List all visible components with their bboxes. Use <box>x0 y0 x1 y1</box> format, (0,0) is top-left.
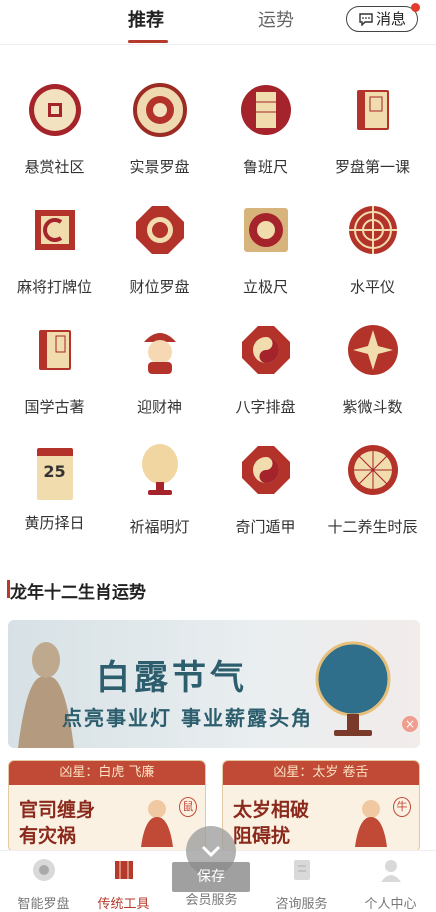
zodiac-card-line1: 官司缠身 <box>19 799 96 821</box>
tool-blessing-lamp[interactable]: 祈福明灯 <box>105 440 214 537</box>
tool-label: 八字排盘 <box>235 398 296 416</box>
tool-bazi[interactable]: 八字排盘 <box>211 320 320 417</box>
luban-ruler-icon <box>240 85 291 135</box>
yin-yang-icon <box>241 326 290 374</box>
tab-recommend-label: 推荐 <box>128 10 164 31</box>
pole-ruler-icon <box>243 208 288 252</box>
god-of-wealth-icon <box>143 333 176 374</box>
nav-label: 咨询服务 <box>275 897 328 912</box>
tool-label: 祈福明灯 <box>129 518 190 536</box>
zodiac-badge: 牛 <box>393 797 411 817</box>
active-tab-indicator <box>128 40 168 43</box>
tool-label: 悬赏社区 <box>24 158 85 176</box>
door-god-figure-icon <box>355 800 387 847</box>
section-title: 龙年十二生肖运势 <box>7 578 146 603</box>
banner-subtitle: 点亮事业灯 事业薪露头角 <box>62 706 313 730</box>
zodiac-card-header: 凶星：白虎 飞廉 <box>9 761 205 785</box>
tool-label: 水平仪 <box>349 278 395 296</box>
chat-bubble-icon <box>359 13 373 26</box>
tab-recommend[interactable]: 推荐 <box>128 6 168 43</box>
nav-smart-compass[interactable]: 智能罗盘 <box>0 857 87 912</box>
tool-classics[interactable]: 国学古著 <box>0 320 109 417</box>
top-bar: 推荐 运势 消息 <box>0 0 436 45</box>
nav-label: 智能罗盘 <box>17 897 70 912</box>
globe-lamp-image <box>315 641 391 736</box>
tool-label: 黄历择日 <box>24 514 85 532</box>
tool-label: 罗盘第一课 <box>334 158 410 176</box>
banner-title: 白露节气 <box>96 658 248 698</box>
zodiac-card-ox[interactable]: 凶星：太岁 卷舌 太岁相破 阻碍扰 牛 <box>222 760 420 852</box>
traditional-tools-icon <box>114 861 133 879</box>
tool-label: 财位罗盘 <box>129 278 190 296</box>
promo-banner[interactable]: 白露节气 点亮事业灯 事业薪露头角 × <box>8 620 420 748</box>
tool-spirit-level[interactable]: 水平仪 <box>318 200 427 297</box>
consult-icon <box>293 860 310 880</box>
nav-profile[interactable]: 个人中心 <box>347 857 434 912</box>
tool-ziwei[interactable]: 紫微斗数 <box>318 320 427 417</box>
tool-label: 立极尺 <box>242 278 288 296</box>
tool-label: 国学古著 <box>24 398 85 416</box>
tool-wealth-compass[interactable]: 财位罗盘 <box>105 200 214 297</box>
tool-twelve-hours[interactable]: 十二养生时辰 <box>318 440 427 537</box>
tool-label: 十二养生时辰 <box>327 518 418 536</box>
smart-compass-icon <box>32 859 55 881</box>
qimen-icon <box>241 446 290 494</box>
twelve-hours-icon <box>347 445 398 495</box>
messages-label: 消息 <box>375 10 406 28</box>
wealth-compass-icon <box>135 206 184 254</box>
tool-god-of-wealth[interactable]: 迎财神 <box>105 320 214 417</box>
zodiac-card-line1: 太岁相破 <box>233 799 310 821</box>
compass-icon <box>132 83 187 137</box>
tool-label: 实景罗盘 <box>129 158 190 176</box>
save-overlay-button[interactable]: 保存 <box>172 826 250 892</box>
zodiac-card-body: 官司缠身 有灾祸 <box>19 797 95 849</box>
coin-community-icon <box>28 84 81 136</box>
profile-icon <box>380 860 401 882</box>
tool-label: 紫微斗数 <box>342 398 403 416</box>
tool-qimen[interactable]: 奇门遁甲 <box>211 440 320 537</box>
tool-label: 迎财神 <box>136 398 182 416</box>
nav-traditional-tools[interactable]: 传统工具 <box>80 857 167 912</box>
level-icon <box>348 206 397 254</box>
nav-consult-service[interactable]: 咨询服务 <box>258 857 345 912</box>
tool-luban-ruler[interactable]: 鲁班尺 <box>211 80 320 177</box>
tool-live-compass[interactable]: 实景罗盘 <box>105 80 214 177</box>
chevron-down-icon <box>201 845 221 858</box>
tool-label: 麻将打牌位 <box>16 278 92 296</box>
banner-close-icon[interactable]: × <box>402 716 418 732</box>
book-icon <box>356 90 389 130</box>
section-title-bar <box>7 580 10 598</box>
section-title-text: 龙年十二生肖运势 <box>10 583 146 603</box>
tab-fortune-label: 运势 <box>258 10 294 31</box>
tool-pole-ruler[interactable]: 立极尺 <box>211 200 320 297</box>
messages-button[interactable]: 消息 <box>346 3 420 32</box>
save-label: 保存 <box>197 869 225 885</box>
lamp-icon <box>141 444 178 495</box>
tool-compass-lesson[interactable]: 罗盘第一课 <box>318 80 427 177</box>
ziwei-star-icon <box>347 325 398 375</box>
nav-label: 个人中心 <box>364 897 417 912</box>
tab-fortune[interactable]: 运势 <box>258 6 294 32</box>
calendar-icon: 25 <box>25 440 85 500</box>
zodiac-badge: 鼠 <box>179 797 197 817</box>
tool-mahjong-seat[interactable]: 麻将打牌位 <box>0 200 109 297</box>
nav-label: 传统工具 <box>97 897 150 912</box>
tool-reward-community[interactable]: 悬赏社区 <box>0 80 109 177</box>
calendar-day-text: 25 <box>43 462 66 481</box>
tool-label: 奇门遁甲 <box>235 518 296 536</box>
tool-label: 鲁班尺 <box>242 158 288 176</box>
classics-book-icon <box>38 330 71 370</box>
tool-almanac[interactable]: 25 黄历择日 <box>0 440 109 533</box>
notification-dot <box>411 3 420 12</box>
zodiac-card-header: 凶星：太岁 卷舌 <box>223 761 419 785</box>
mahjong-icon <box>34 210 75 250</box>
zodiac-card-line2: 有灾祸 <box>19 825 77 847</box>
